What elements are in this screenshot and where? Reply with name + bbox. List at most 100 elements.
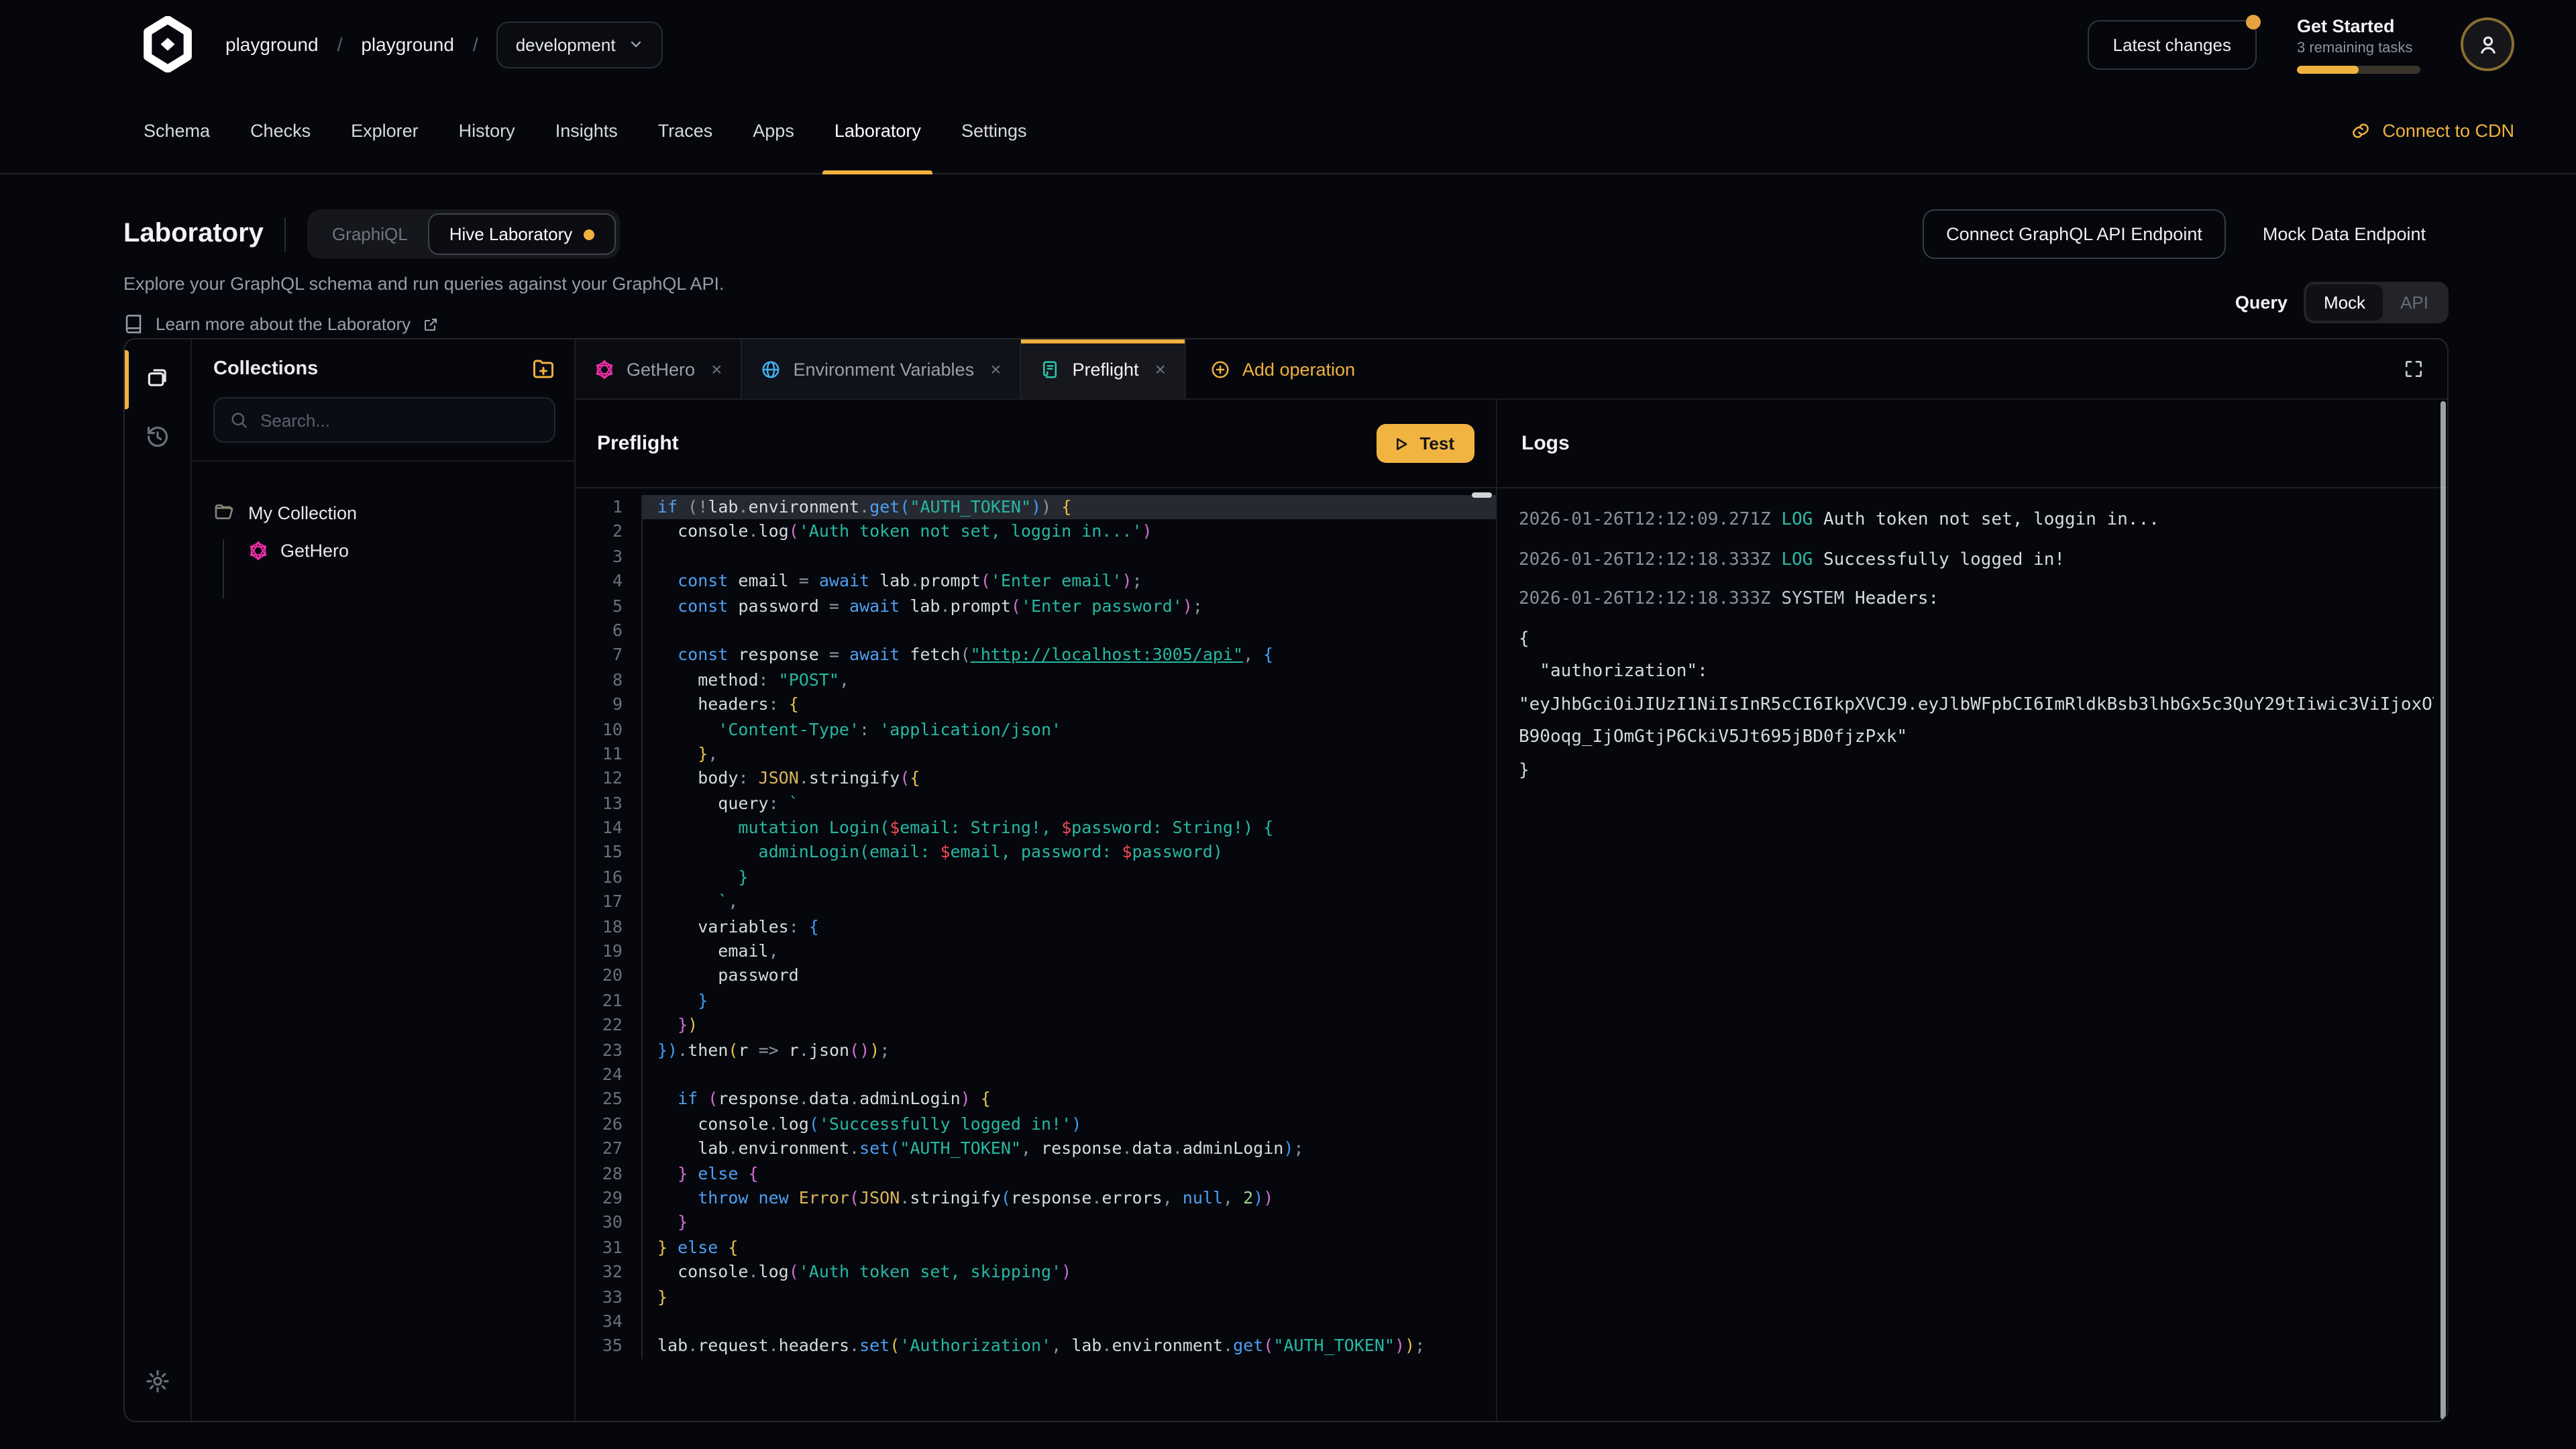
fullscreen-button[interactable]	[2380, 339, 2447, 398]
settings-rail-button[interactable]	[124, 1351, 191, 1410]
code-line: 29 throw new Error(JSON.stringify(respon…	[576, 1186, 1496, 1211]
line-number: 28	[576, 1161, 641, 1186]
code-line: 20 password	[576, 964, 1496, 989]
collections-rail-button[interactable]	[124, 347, 191, 407]
code-line-content: const email = await lab.prompt('Enter em…	[641, 569, 1496, 594]
line-number: 6	[576, 619, 641, 643]
line-number: 35	[576, 1334, 641, 1359]
connect-to-cdn-link[interactable]: Connect to CDN	[2350, 89, 2514, 173]
code-line: 21 }	[576, 989, 1496, 1014]
code-line-content: }	[641, 1211, 1496, 1236]
code-line-content: variables: {	[641, 914, 1496, 939]
tab-label: Preflight	[1072, 359, 1138, 379]
breadcrumb-org[interactable]: playground	[225, 34, 319, 55]
nav-item-insights[interactable]: Insights	[535, 89, 638, 173]
get-started-widget[interactable]: Get Started 3 remaining tasks	[2297, 15, 2420, 73]
add-collection-button[interactable]	[531, 357, 555, 381]
code-line-content: `,	[641, 890, 1496, 915]
fullscreen-icon	[2403, 358, 2424, 380]
code-line: 4 const email = await lab.prompt('Enter …	[576, 569, 1496, 594]
operation-item[interactable]: GetHero	[192, 531, 574, 570]
breadcrumb-separator: /	[337, 34, 343, 55]
code-line-content	[641, 545, 1496, 570]
code-line: 34	[576, 1309, 1496, 1334]
log-json-line: B90oqg_IjOmGtjP6CkiV5Jt695jBD0fjzPxk"	[1519, 722, 2434, 755]
hero-actions: Connect GraphQL API Endpoint Mock Data E…	[1922, 209, 2449, 323]
nav-item-settings[interactable]: Settings	[941, 89, 1047, 173]
connect-endpoint-button[interactable]: Connect GraphQL API Endpoint	[1922, 209, 2226, 259]
code-line-content: } else {	[641, 1235, 1496, 1260]
tab-preflight[interactable]: Preflight ×	[1021, 339, 1185, 398]
line-number: 24	[576, 1063, 641, 1087]
close-icon[interactable]: ×	[711, 358, 722, 380]
logs-title: Logs	[1521, 432, 1570, 455]
log-entry: 2026-01-26T12:12:18.333Z SYSTEM Headers:	[1519, 584, 2434, 616]
code-line-content: }	[641, 1285, 1496, 1309]
log-json-line: "eyJhbGciOiJIUzI1NiIsInR5cCI6IkpXVCJ9.ey…	[1519, 689, 2434, 722]
code-line: 5 const password = await lab.prompt('Ent…	[576, 594, 1496, 619]
chevron-down-icon	[628, 36, 644, 52]
line-number: 23	[576, 1038, 641, 1063]
latest-changes-button[interactable]: Latest changes	[2088, 19, 2257, 69]
code-line-content: },	[641, 742, 1496, 767]
mock-endpoint-button[interactable]: Mock Data Endpoint	[2240, 211, 2449, 258]
code-line-content: password	[641, 964, 1496, 989]
test-button[interactable]: Test	[1377, 424, 1474, 463]
history-rail-button[interactable]	[124, 407, 191, 466]
line-number: 18	[576, 914, 641, 939]
code-line-content: lab.environment.set("AUTH_TOKEN", respon…	[641, 1136, 1496, 1161]
user-avatar[interactable]	[2461, 17, 2514, 71]
latest-changes-label: Latest changes	[2113, 34, 2231, 54]
rail-active-indicator	[125, 350, 129, 409]
code-line: 14 mutation Login($email: String!, $pass…	[576, 816, 1496, 841]
code-line: 7 const response = await fetch("http://l…	[576, 643, 1496, 668]
query-mode-mock[interactable]: Mock	[2306, 284, 2383, 321]
nav-item-traces[interactable]: Traces	[638, 89, 733, 173]
nav-item-checks[interactable]: Checks	[230, 89, 331, 173]
query-mode-api[interactable]: API	[2383, 284, 2446, 321]
nav-item-apps[interactable]: Apps	[733, 89, 814, 173]
editor-scroll-thumb[interactable]	[1472, 492, 1492, 498]
hive-logo-icon[interactable]	[140, 16, 196, 72]
code-line: 33}	[576, 1285, 1496, 1309]
tab-environment-variables[interactable]: Environment Variables×	[742, 339, 1021, 398]
search-input[interactable]	[260, 410, 539, 430]
code-line: 12 body: JSON.stringify({	[576, 767, 1496, 792]
code-line-content	[641, 619, 1496, 643]
code-line-content: })	[641, 1013, 1496, 1038]
nav-item-laboratory[interactable]: Laboratory	[814, 89, 941, 173]
close-icon[interactable]: ×	[990, 358, 1001, 380]
code-line: 24	[576, 1063, 1496, 1087]
logs-output: 2026-01-26T12:12:09.271Z LOG Auth token …	[1497, 488, 2447, 1421]
line-number: 25	[576, 1087, 641, 1112]
preflight-code-editor[interactable]: 1if (!lab.environment.get("AUTH_TOKEN"))…	[576, 488, 1496, 1421]
get-started-title: Get Started	[2297, 15, 2420, 36]
code-line: 16 }	[576, 865, 1496, 890]
nav-item-history[interactable]: History	[439, 89, 535, 173]
code-line: 9 headers: {	[576, 692, 1496, 717]
logs-scrollbar[interactable]	[2440, 401, 2446, 1419]
toggle-graphiql[interactable]: GraphiQL	[312, 215, 428, 254]
code-line-content: }).then(r => r.json());	[641, 1038, 1496, 1063]
connect-to-cdn-label: Connect to CDN	[2382, 121, 2514, 141]
tab-gethero[interactable]: GetHero×	[576, 339, 742, 398]
collections-title: Collections	[213, 358, 318, 380]
code-line-content: if (response.data.adminLogin) {	[641, 1087, 1496, 1112]
book-icon	[123, 314, 144, 334]
collection-folder-item[interactable]: My Collection	[192, 494, 574, 531]
environment-selector[interactable]: development	[497, 21, 663, 68]
code-line-content	[641, 1309, 1496, 1334]
add-operation-button[interactable]: Add operation	[1186, 339, 1379, 398]
code-line: 15 adminLogin(email: $email, password: $…	[576, 841, 1496, 865]
script-icon	[1040, 359, 1060, 379]
nav-item-explorer[interactable]: Explorer	[331, 89, 439, 173]
collections-tree: My Collection GetHero	[192, 460, 574, 1421]
breadcrumb-project[interactable]: playground	[361, 34, 454, 55]
editor-logs-area: GetHero×Environment Variables× Preflight ×…	[576, 339, 2447, 1421]
nav-item-schema[interactable]: Schema	[123, 89, 230, 173]
code-line: 23}).then(r => r.json());	[576, 1038, 1496, 1063]
close-icon[interactable]: ×	[1155, 358, 1166, 380]
ui-mode-toggle: GraphiQL Hive Laboratory	[308, 209, 619, 259]
toggle-hive-laboratory[interactable]: Hive Laboratory	[428, 213, 616, 255]
code-line-content: if (!lab.environment.get("AUTH_TOKEN")) …	[641, 495, 1496, 520]
